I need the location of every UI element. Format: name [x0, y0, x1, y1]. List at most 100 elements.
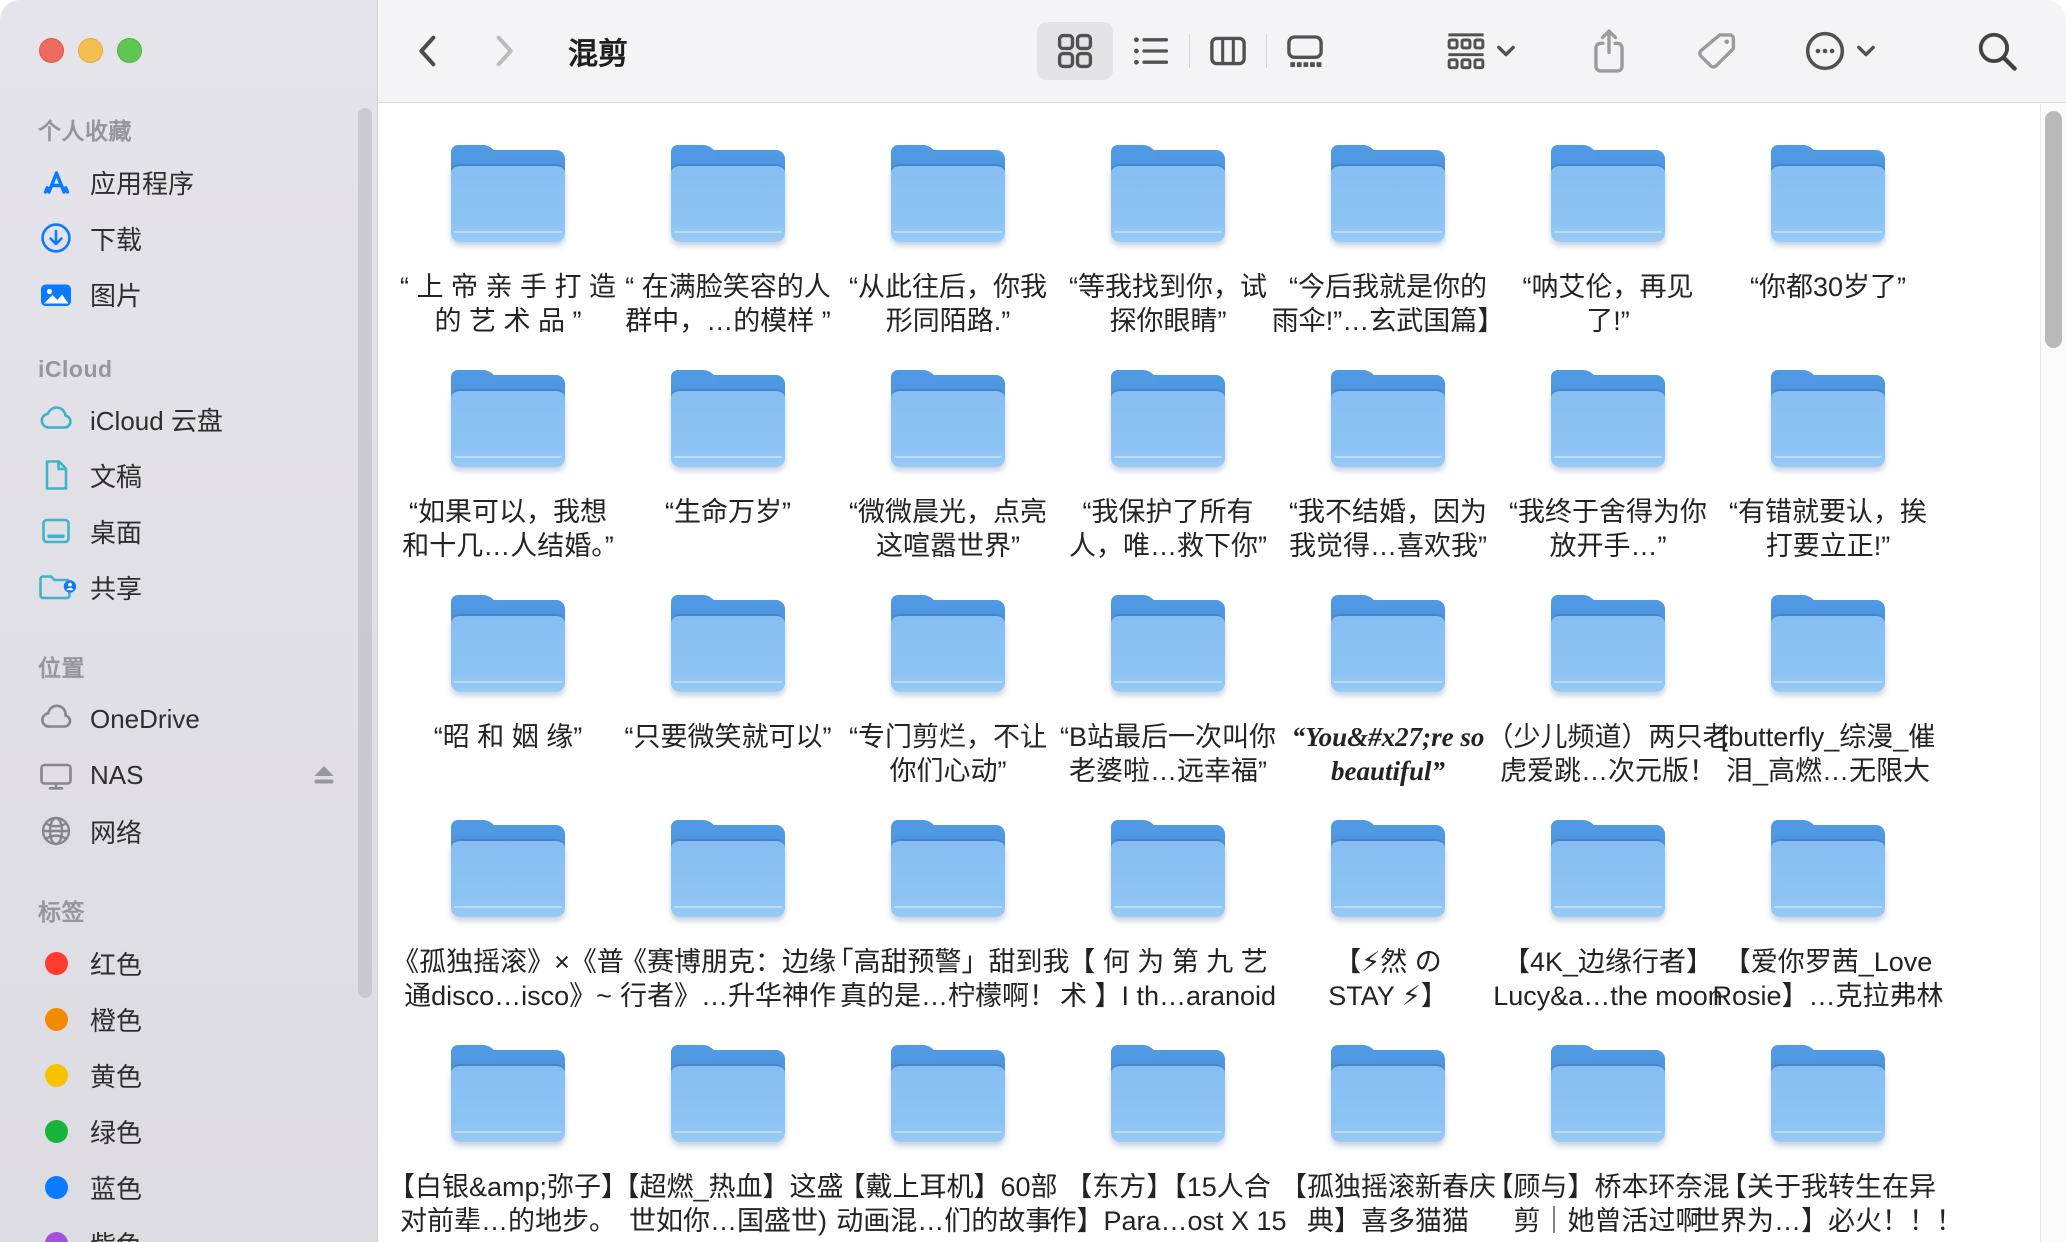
folder-name: “今后我就是你的 雨伞!”…玄武国篇】 [1272, 270, 1505, 338]
folder-item[interactable]: “B站最后一次叫你 老婆啦…远幸福” [1068, 595, 1268, 820]
folder-item[interactable]: “生命万岁” [628, 370, 828, 595]
column-view-button[interactable] [1190, 22, 1266, 80]
chevron-down-icon [1856, 43, 1876, 59]
forward-button[interactable] [482, 23, 526, 79]
folder-item[interactable]: 【戴上耳机】60部 动画混…们的故事! [848, 1045, 1048, 1242]
folder-item[interactable]: 【孤独摇滚新春庆 典】喜多猫猫 [1288, 1045, 1488, 1242]
sidebar-item-label: NAS [90, 760, 143, 791]
folder-name-line1: （少儿频道）两只老 [1487, 720, 1730, 754]
folder-item[interactable]: 【顾与】桥本环奈混 剪｜她曾活过啊 [1508, 1045, 1708, 1242]
sidebar-item-图片[interactable]: 图片 [22, 266, 353, 322]
close-button[interactable] [39, 38, 64, 63]
sidebar-item-桌面[interactable]: 桌面 [22, 503, 353, 559]
content-scrollbar-thumb[interactable] [2045, 111, 2062, 348]
more-icon [1802, 28, 1848, 74]
column-view-icon [1207, 30, 1249, 72]
main-area: 混剪 [378, 0, 2066, 1242]
sidebar-item-红色[interactable]: 红色 [22, 935, 353, 991]
share-button[interactable] [1580, 22, 1638, 80]
search-icon [1974, 28, 2020, 74]
tag-color-dot [36, 1169, 76, 1205]
folder-item[interactable]: （少儿频道）两只老 虎爱跳…次元版！ [1508, 595, 1708, 820]
zoom-button[interactable] [117, 38, 142, 63]
folder-item[interactable]: 【关于我转生在异 世界为…】必火！！！ [1728, 1045, 1928, 1242]
folder-name-line2: 通disco…isco》~ [392, 979, 624, 1013]
sidebar-item-下载[interactable]: 下载 [22, 210, 353, 266]
search-button[interactable] [1968, 22, 2026, 80]
folder-item[interactable]: “我保护了所有 人，唯…救下你” [1068, 370, 1268, 595]
sidebar-item-label: 应用程序 [90, 164, 194, 201]
folder-item[interactable]: “昭 和 姻 缘” [408, 595, 608, 820]
finder-window: 个人收藏 应用程序 下载 图片 iCloud iCloud 云盘 文稿 桌面 共… [0, 0, 2066, 1242]
folder-item[interactable]: “今后我就是你的 雨伞!”…玄武国篇】 [1288, 145, 1488, 370]
folder-item[interactable]: 【 何 为 第 九 艺 术 】I th…aranoid [1068, 820, 1268, 1045]
sidebar-item-应用程序[interactable]: 应用程序 [22, 154, 353, 210]
sidebar-item-网络[interactable]: 网络 [22, 803, 353, 859]
folder-item[interactable]: “只要微笑就可以” [628, 595, 828, 820]
folder-name-line1: “等我找到你，试 [1069, 270, 1267, 304]
folder-item[interactable]: “You&#x27;re so beautiful” [1288, 595, 1488, 820]
folder-item[interactable]: 【超燃_热血】这盛 世如你…国盛世) [628, 1045, 828, 1242]
sidebar-item-文稿[interactable]: 文稿 [22, 447, 353, 503]
folder-icon [1108, 820, 1228, 920]
folder-item[interactable]: “呐艾伦，再见 了!” [1508, 145, 1708, 370]
folder-item[interactable]: 【白银&amp;弥子】 对前辈…的地步。 [408, 1045, 608, 1242]
folder-icon [1328, 1045, 1448, 1145]
folder-item[interactable]: “ 在满脸笑容的人 群中，…的模样 ” [628, 145, 828, 370]
folder-item[interactable]: 【爱你罗茜_Love Rosie】…克拉弗林 [1728, 820, 1928, 1045]
more-button[interactable] [1796, 22, 1882, 80]
folder-name-line1: “B站最后一次叫你 [1060, 720, 1276, 754]
list-view-button[interactable] [1113, 22, 1189, 80]
folder-item[interactable]: 【东方】【15人合 作】Para…ost X 15 [1068, 1045, 1268, 1242]
folder-item[interactable]: “专门剪烂，不让 你们心动” [848, 595, 1048, 820]
sidebar-item-OneDrive[interactable]: OneDrive [22, 691, 353, 747]
folder-item[interactable]: “有错就要认，挨 打要立正!” [1728, 370, 1928, 595]
sidebar-item-蓝色[interactable]: 蓝色 [22, 1159, 353, 1215]
chevron-down-icon [1496, 43, 1516, 59]
folder-item[interactable]: “我不结婚，因为 我觉得…喜欢我” [1288, 370, 1488, 595]
folder-item[interactable]: “ 上 帝 亲 手 打 造 的 艺 术 品 ” [408, 145, 608, 370]
sidebar-item-label: 文稿 [90, 457, 142, 494]
gallery-view-button[interactable] [1267, 22, 1343, 80]
folder-name-line1: 「高甜预警」甜到我 [827, 945, 1070, 979]
sidebar-item-紫色[interactable]: 紫色 [22, 1215, 353, 1242]
sidebar-scrollbar[interactable] [358, 108, 372, 998]
folder-item[interactable]: “从此往后，你我 形同陌路.” [848, 145, 1048, 370]
sidebar-section-header: 标签 [38, 893, 363, 927]
folder-name: “从此往后，你我 形同陌路.” [849, 270, 1047, 338]
sidebar-item-橙色[interactable]: 橙色 [22, 991, 353, 1047]
content-scrollbar-track[interactable] [2040, 104, 2066, 1242]
display-icon [36, 757, 76, 793]
folder-name: “You&#x27;re so beautiful” [1292, 720, 1485, 788]
sidebar-item-label: 蓝色 [90, 1169, 142, 1206]
folder-icon [1768, 595, 1888, 695]
folder-item[interactable]: 《赛博朋克：边缘 行者》…升华神作 [628, 820, 828, 1045]
tag-color-dot [36, 1001, 76, 1037]
folder-item[interactable]: “微微晨光，点亮 这喧嚣世界” [848, 370, 1048, 595]
folder-icon [668, 595, 788, 695]
minimize-button[interactable] [78, 38, 103, 63]
group-button[interactable] [1438, 22, 1522, 80]
folder-item[interactable]: 【4K_边缘行者】 Lucy&a…the moon [1508, 820, 1708, 1045]
icon-view-button[interactable] [1037, 22, 1113, 80]
tags-button[interactable] [1688, 22, 1746, 80]
folder-item[interactable]: “等我找到你，试 探你眼睛” [1068, 145, 1268, 370]
back-button[interactable] [406, 23, 450, 79]
desktop-icon [36, 513, 76, 549]
sidebar-item-NAS[interactable]: NAS [22, 747, 353, 803]
folder-item[interactable]: 【⚡然 の STAY ⚡】 [1288, 820, 1488, 1045]
sidebar-item-绿色[interactable]: 绿色 [22, 1103, 353, 1159]
folder-item[interactable]: “如果可以，我想 和十几…人结婚。” [408, 370, 608, 595]
share-icon [1586, 26, 1632, 76]
sidebar-item-黄色[interactable]: 黄色 [22, 1047, 353, 1103]
folder-item[interactable]: 「高甜预警」甜到我 真的是…柠檬啊！ [848, 820, 1048, 1045]
folder-item[interactable]: 《孤独摇滚》×《普 通disco…isco》~ [408, 820, 608, 1045]
sidebar-item-共享[interactable]: 共享 [22, 559, 353, 615]
eject-icon[interactable] [309, 761, 339, 789]
folder-item[interactable]: “你都30岁了” [1728, 145, 1928, 370]
folder-name-line1: “你都30岁了” [1750, 270, 1906, 304]
sidebar-item-iCloud-云盘[interactable]: iCloud 云盘 [22, 391, 353, 447]
folder-icon [1768, 145, 1888, 245]
folder-item[interactable]: “我终于舍得为你 放开手…” [1508, 370, 1708, 595]
folder-item[interactable]: [butterfly_综漫_催 泪_高燃…无限大 [1728, 595, 1928, 820]
